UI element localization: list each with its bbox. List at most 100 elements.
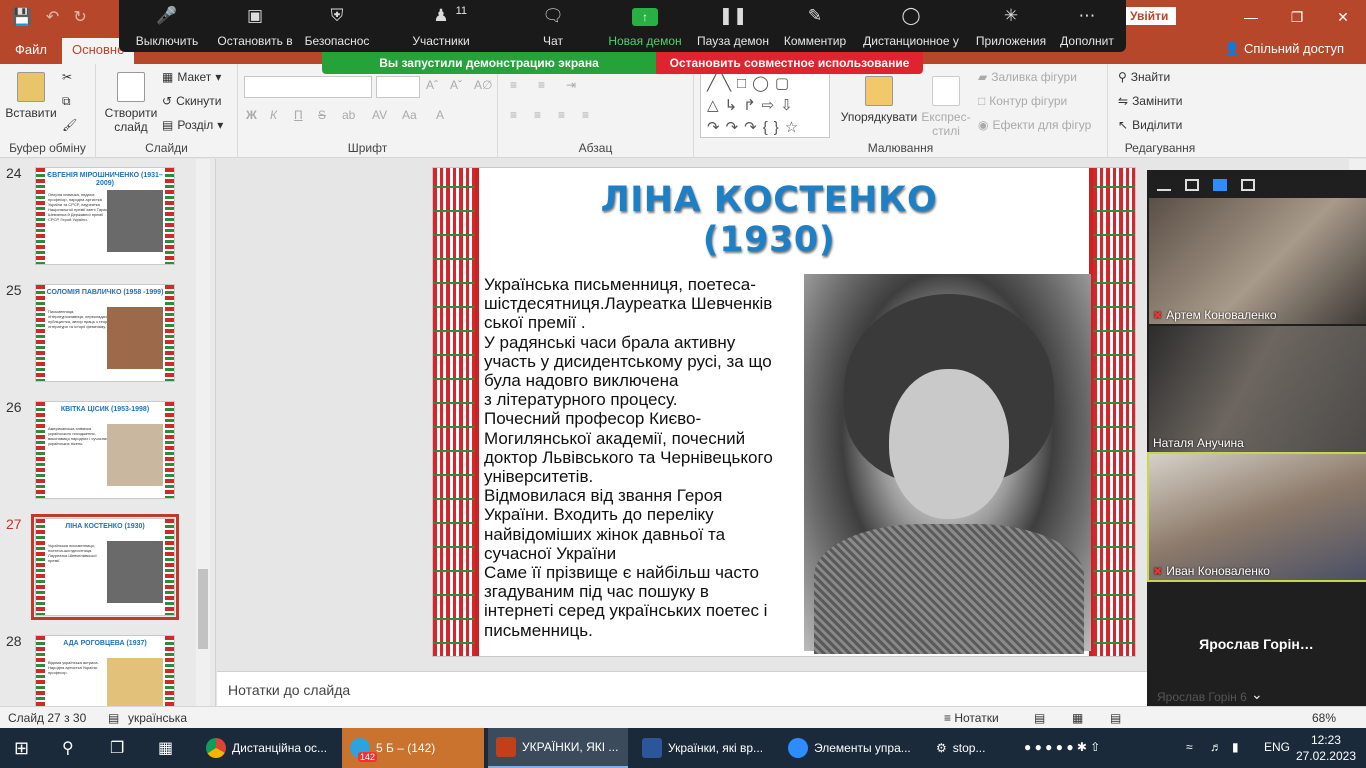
slide-thumbnail[interactable]: ЄВГЕНІЯ МІРОШНИЧЕНКО (1931–2009) Оперна …	[35, 167, 175, 265]
select-button[interactable]: ↖ Виділити	[1118, 118, 1182, 132]
font-family-select[interactable]	[244, 76, 372, 98]
notes-pane[interactable]: Нотатки до слайда	[217, 671, 1147, 706]
redo-icon[interactable]: ↻	[73, 7, 86, 27]
share-button[interactable]: 👤 Спільний доступ	[1224, 41, 1344, 57]
taskbar-stop[interactable]: ⚙ stop...	[930, 728, 1014, 768]
clock[interactable]: 12:23 27.02.2023	[1296, 732, 1356, 764]
language-indicator[interactable]: українська	[128, 711, 187, 725]
task-view-icon[interactable]: ❐	[110, 728, 124, 768]
shape-effects-button[interactable]: ◉ Ефекти для фігур	[978, 118, 1091, 132]
paste-button[interactable]: Вставити	[5, 72, 57, 120]
slide-title[interactable]: ЛІНА КОСТЕНКО (1930)	[503, 180, 1035, 260]
slide-thumbnail[interactable]: КВІТКА ЦІСИК (1953-1998) Американська сп…	[35, 401, 175, 499]
gallery-strip-icon[interactable]	[1213, 179, 1227, 191]
slide-thumbnail-selected[interactable]: ЛІНА КОСТЕНКО (1930) Українська письменн…	[31, 514, 179, 620]
slide-sorter-icon[interactable]: ▦	[1072, 711, 1083, 725]
bold-icon[interactable]: Ж	[246, 108, 257, 122]
search-icon[interactable]: ⚲	[62, 728, 74, 768]
shadow-icon[interactable]: ab	[342, 108, 355, 122]
cut-icon[interactable]: ✂	[62, 70, 72, 84]
shape-outline-label: Контур фігури	[989, 94, 1068, 108]
quick-styles-button[interactable]: Експрес-стилі	[920, 76, 972, 138]
indent-icon[interactable]: ⇥	[566, 78, 576, 92]
restore-icon[interactable]: ❐	[1274, 0, 1320, 34]
taskbar-zoom[interactable]: Элементы упра...	[780, 728, 920, 768]
calculator-icon[interactable]: ▦	[158, 728, 173, 768]
annotate-button[interactable]: ✎ Комментир	[767, 0, 863, 52]
video-tile[interactable]: ✖ Артем Коноваленко	[1149, 198, 1366, 324]
justify-icon[interactable]: ≡	[582, 108, 589, 122]
increase-font-icon[interactable]: Aˆ	[426, 78, 438, 92]
minimize-icon[interactable]: —	[1228, 0, 1274, 34]
copy-icon[interactable]: ⧉	[62, 94, 71, 109]
font-size-select[interactable]	[376, 76, 420, 98]
slide-counter: Слайд 27 з 30	[8, 711, 87, 725]
bullets-icon[interactable]: ≡	[510, 78, 517, 92]
video-tile-active-speaker[interactable]: ✖ Иван Коноваленко	[1147, 452, 1366, 582]
shape-fill-button[interactable]: ▰ Заливка фігури	[978, 70, 1077, 84]
drawing-group-label: Малювання	[867, 141, 934, 155]
slide-body-text[interactable]: Українська письменниця, поетеса- шістдес…	[484, 275, 804, 640]
spellcheck-icon[interactable]: ▤	[108, 711, 119, 725]
align-left-icon[interactable]: ≡	[510, 108, 517, 122]
undo-icon[interactable]: ↶	[46, 7, 59, 27]
tab-file[interactable]: Файл	[15, 42, 47, 57]
chat-button[interactable]: 🗨 Чат	[505, 0, 601, 52]
remote-control-button[interactable]: ◯ Дистанционное у	[861, 0, 961, 52]
mute-button[interactable]: 🎤 Выключить	[119, 0, 215, 52]
stop-share-button[interactable]: Остановить совместное использование	[656, 52, 923, 74]
taskbar-telegram[interactable]: 5 Б – (142) 142	[342, 728, 484, 768]
more-button[interactable]: ⋯ Дополнит	[1039, 0, 1135, 52]
taskbar-powerpoint[interactable]: УКРАЇНКИ, ЯКІ ...	[488, 728, 628, 768]
shapes-gallery[interactable]: ╱╲□◯▢ △↳↱⇨⇩ ↷↷↷{}☆	[700, 72, 830, 138]
grid-view-icon[interactable]	[1241, 179, 1255, 191]
taskbar-chrome[interactable]: Дистанційна ос...	[200, 728, 336, 768]
layout-button[interactable]: ▦ Макет ▾	[162, 70, 221, 84]
reset-button[interactable]: ↺ Скинути	[162, 94, 222, 108]
security-button[interactable]: ⛨ Безопаснос	[289, 0, 385, 52]
slide-thumbnail[interactable]: АДА РОГОВЦЕВА (1937) Відома українська а…	[35, 635, 175, 706]
network-icon[interactable]: ≈	[1186, 740, 1193, 754]
new-slide-button[interactable]: Створити слайд	[104, 72, 158, 134]
slide-thumbnail[interactable]: СОЛОМІЯ ПАВЛИЧКО (1958 -1999) Письменниц…	[35, 284, 175, 382]
spacing-icon[interactable]: AV	[372, 108, 387, 122]
notes-toggle[interactable]: ≡ Нотатки	[944, 711, 999, 725]
clear-format-icon[interactable]: A∅	[474, 78, 492, 92]
scrollbar-thumb[interactable]	[198, 569, 208, 649]
underline-icon[interactable]: П	[294, 108, 303, 122]
replace-button[interactable]: ⇋ Замінити	[1118, 94, 1182, 108]
close-icon[interactable]: ✕	[1320, 0, 1366, 34]
section-button[interactable]: ▤ Розділ ▾	[162, 118, 223, 132]
taskbar-word[interactable]: Українки, які вр...	[634, 728, 774, 768]
find-button[interactable]: ⚲ Знайти	[1118, 70, 1170, 84]
current-slide[interactable]: ЛІНА КОСТЕНКО (1930) Українська письменн…	[432, 167, 1136, 657]
shape-outline-button[interactable]: □ Контур фігури	[978, 94, 1067, 108]
windows-start-icon[interactable]: ⊞	[14, 728, 29, 768]
thumbnail-scrollbar[interactable]	[196, 159, 210, 706]
chevron-down-icon[interactable]: ⌄	[1251, 686, 1263, 703]
participants-button[interactable]: ♟ 11 Участники	[393, 0, 489, 52]
save-icon[interactable]: 💾	[12, 7, 32, 27]
normal-view-icon[interactable]: ▤	[1034, 711, 1045, 725]
align-right-icon[interactable]: ≡	[558, 108, 565, 122]
video-tile[interactable]: Наталя Анучина	[1149, 326, 1366, 452]
speaker-view-icon[interactable]	[1185, 179, 1199, 191]
reading-view-icon[interactable]: ▤	[1110, 711, 1121, 725]
italic-icon[interactable]: К	[270, 108, 277, 122]
arrange-button[interactable]: Упорядкувати	[841, 76, 917, 124]
volume-icon[interactable]: ♬	[1210, 740, 1222, 754]
decrease-font-icon[interactable]: Aˇ	[450, 78, 462, 92]
thumbnail-text: Письменниця, літературознавиця, переклад…	[48, 309, 110, 329]
align-center-icon[interactable]: ≡	[534, 108, 541, 122]
numbering-icon[interactable]: ≡	[538, 78, 545, 92]
font-color-icon[interactable]: A	[436, 108, 444, 122]
new-share-button[interactable]: ↑ Новая демон	[597, 0, 693, 52]
zoom-level[interactable]: 68%	[1312, 711, 1336, 725]
format-painter-icon[interactable]: 🖌	[62, 118, 77, 132]
case-icon[interactable]: Aa	[402, 108, 417, 122]
tray-icons[interactable]: ● ● ● ● ● ✱ ⇧	[1024, 740, 1100, 754]
strikethrough-icon[interactable]: S	[318, 108, 326, 122]
battery-icon[interactable]: ▮	[1232, 740, 1239, 754]
minimize-view-icon[interactable]	[1157, 179, 1171, 191]
language-indicator-taskbar[interactable]: ENG	[1264, 740, 1290, 754]
